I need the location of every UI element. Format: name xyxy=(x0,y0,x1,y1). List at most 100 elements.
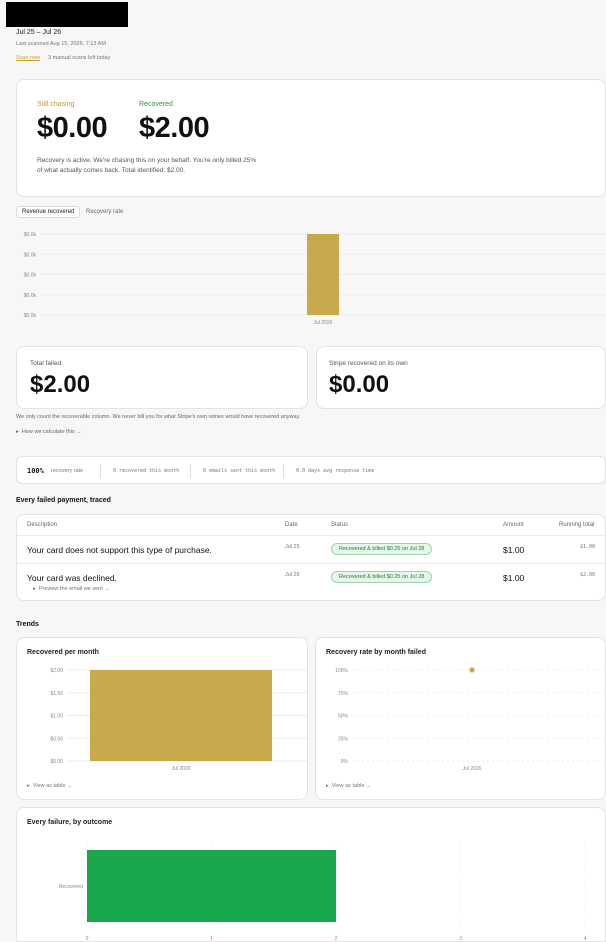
status-badge: Recovered & billed $0.25 on Jul 28 xyxy=(331,543,433,555)
row-date: Jul 25 xyxy=(285,544,300,550)
y-tick-label: $0.50 xyxy=(50,736,63,742)
row-description: Your card was declined. xyxy=(27,573,117,583)
row-amount: $1.00 xyxy=(503,573,525,583)
bar xyxy=(87,850,336,922)
failed-payments-heading: Every failed payment, traced xyxy=(16,497,111,504)
triangle-right-icon: ▸ xyxy=(16,429,19,435)
y-tick-label: $2.00 xyxy=(50,668,63,674)
recovered-label: Recovered xyxy=(139,101,173,108)
recovered-per-month-title: Recovered per month xyxy=(27,649,99,656)
x-tick-label: 2 xyxy=(335,936,338,942)
how-we-calculate-text: How we calculate this → xyxy=(21,429,82,435)
stat-divider xyxy=(283,464,284,478)
failure-outcome-card: Every failure, by outcome 0 1 2 3 4 Recovered xyxy=(16,807,606,942)
y-tick-label: 100% xyxy=(335,668,348,674)
status-badge: Recovered & billed $0.25 on Jul 28 xyxy=(331,571,433,583)
x-tick-label: 4 xyxy=(584,936,587,942)
divider xyxy=(17,535,605,536)
triangle-right-icon: ▸ xyxy=(27,783,30,789)
recovered-per-month-chart: $2.00 $1.50 $1.00 $0.50 $0.00 Jul 2026 xyxy=(50,668,307,772)
preview-email-link[interactable]: ▸ Preview the email we sent → xyxy=(33,586,110,592)
recoverable-explain: We only count the recoverable column. We… xyxy=(16,414,301,420)
view-as-table-link[interactable]: ▸ View as table → xyxy=(326,783,371,789)
total-failed-card: Total failed $2.00 xyxy=(16,346,308,409)
scans-left: 3 manual scans left today xyxy=(48,55,111,61)
revenue-recovered-chart: $0.0k $0.0k $0.0k $0.0k $0.0k Jul 2026 xyxy=(24,232,606,326)
row-running-total: $1.00 xyxy=(580,544,596,550)
bar xyxy=(307,234,339,315)
view-as-table-link[interactable]: ▸ View as table → xyxy=(27,783,72,789)
triangle-right-icon: ▸ xyxy=(33,586,36,592)
failure-outcome-chart: 0 1 2 3 4 Recovered xyxy=(59,840,587,942)
stripe-recovered-label: Stripe recovered on its own xyxy=(329,360,408,367)
y-tick-label: $1.50 xyxy=(50,691,63,697)
still-chasing-label: Still chasing xyxy=(37,101,75,108)
x-tick-label: 3 xyxy=(459,936,462,942)
y-tick-label: $1.00 xyxy=(50,714,63,720)
y-tick-label: $0.0k xyxy=(24,273,37,279)
failure-outcome-title: Every failure, by outcome xyxy=(27,819,113,826)
y-tick-label: 75% xyxy=(338,691,349,697)
y-tick-label: 25% xyxy=(338,736,349,742)
still-chasing-value: $0.00 xyxy=(37,112,108,144)
row-running-total: $2.00 xyxy=(580,572,596,578)
y-tick-label: 50% xyxy=(338,714,349,720)
stripe-recovered-value: $0.00 xyxy=(329,371,390,398)
preview-email-text: Preview the email we sent → xyxy=(38,586,110,592)
recovery-note-line1: Recovery is active. We're chasing this o… xyxy=(37,157,257,164)
redacted-title xyxy=(6,2,128,27)
stat-divider xyxy=(100,464,101,478)
recovered-value: $2.00 xyxy=(139,112,210,144)
triangle-right-icon: ▸ xyxy=(326,783,329,789)
y-tick-label: $0.0k xyxy=(24,252,37,258)
y-tick-label: $0.0k xyxy=(24,232,37,238)
view-as-table-text: View as table → xyxy=(32,783,73,789)
y-tick-label: Recovered xyxy=(59,884,83,890)
view-as-table-text: View as table → xyxy=(331,783,372,789)
emails-this-month: 0 emails sent this month xyxy=(203,468,276,474)
col-date: Date xyxy=(285,522,298,528)
recovered-per-month-card: Recovered per month $2.00 $1.50 $1.00 $0.50… xyxy=(16,637,308,800)
recovery-note: Recovery is active. We're chasing this o… xyxy=(37,156,256,176)
recovered-this-month: 0 recovered this month xyxy=(113,468,180,474)
chart-tabs: Revenue recovered Recovery rate xyxy=(16,206,606,220)
recovery-rate-chart: 100% 75% 50% 25% 0% Jul 2026 xyxy=(335,667,605,772)
y-tick-label: $0.0k xyxy=(24,313,37,319)
y-tick-label: $0.00 xyxy=(50,759,63,765)
x-tick-label: Jul 2026 xyxy=(463,766,482,772)
scan-now-link[interactable]: Scan now xyxy=(16,55,40,61)
tab-revenue-recovered[interactable]: Revenue recovered xyxy=(16,206,81,218)
recovery-note-line2: of what actually comes back. Total ident… xyxy=(37,167,186,174)
last-scanned: Last scanned Aug 15, 2026, 7:13 AM xyxy=(16,41,106,47)
row-amount: $1.00 xyxy=(503,545,525,555)
stats-strip: 100% recovery rate 0 recovered this mont… xyxy=(16,456,606,484)
col-status: Status xyxy=(331,522,349,528)
recovery-rate-value: 100% xyxy=(27,467,44,475)
summary-card: Still chasing Recovered $0.00 $2.00 Reco… xyxy=(16,79,606,197)
recovery-rate-card: Recovery rate by month failed 100% 75% 50%… xyxy=(315,637,606,800)
total-failed-label: Total failed xyxy=(30,360,62,367)
trends-heading: Trends xyxy=(16,621,39,628)
bar xyxy=(90,670,272,761)
x-tick-label: Jul 2026 xyxy=(172,766,191,772)
recovery-rate-label: recovery rate xyxy=(51,468,84,474)
y-tick-label: 0% xyxy=(341,759,349,765)
stripe-recovered-card: Stripe recovered on its own $0.00 xyxy=(316,346,606,409)
row-date: Jul 26 xyxy=(285,572,300,578)
x-tick-label: Jul 2026 xyxy=(314,320,333,326)
failed-payments-table: Description Date Status Amount Running t… xyxy=(16,514,606,601)
col-description: Description xyxy=(27,522,58,528)
avg-response-time: 0.0 days avg response time xyxy=(296,468,375,474)
date-range: Jul 25 – Jul 26 xyxy=(16,29,62,36)
total-failed-value: $2.00 xyxy=(30,371,91,398)
col-running-total: Running total xyxy=(559,522,595,528)
tab-recovery-rate[interactable]: Recovery rate xyxy=(86,209,123,215)
x-tick-label: 1 xyxy=(210,936,213,942)
stat-divider xyxy=(190,464,191,478)
row-description: Your card does not support this type of … xyxy=(27,545,212,555)
recovery-rate-title: Recovery rate by month failed xyxy=(326,649,426,656)
x-tick-label: 0 xyxy=(86,936,89,942)
how-we-calculate-link[interactable]: ▸ How we calculate this → xyxy=(16,429,82,435)
col-amount: Amount xyxy=(503,522,524,528)
divider xyxy=(17,563,605,564)
